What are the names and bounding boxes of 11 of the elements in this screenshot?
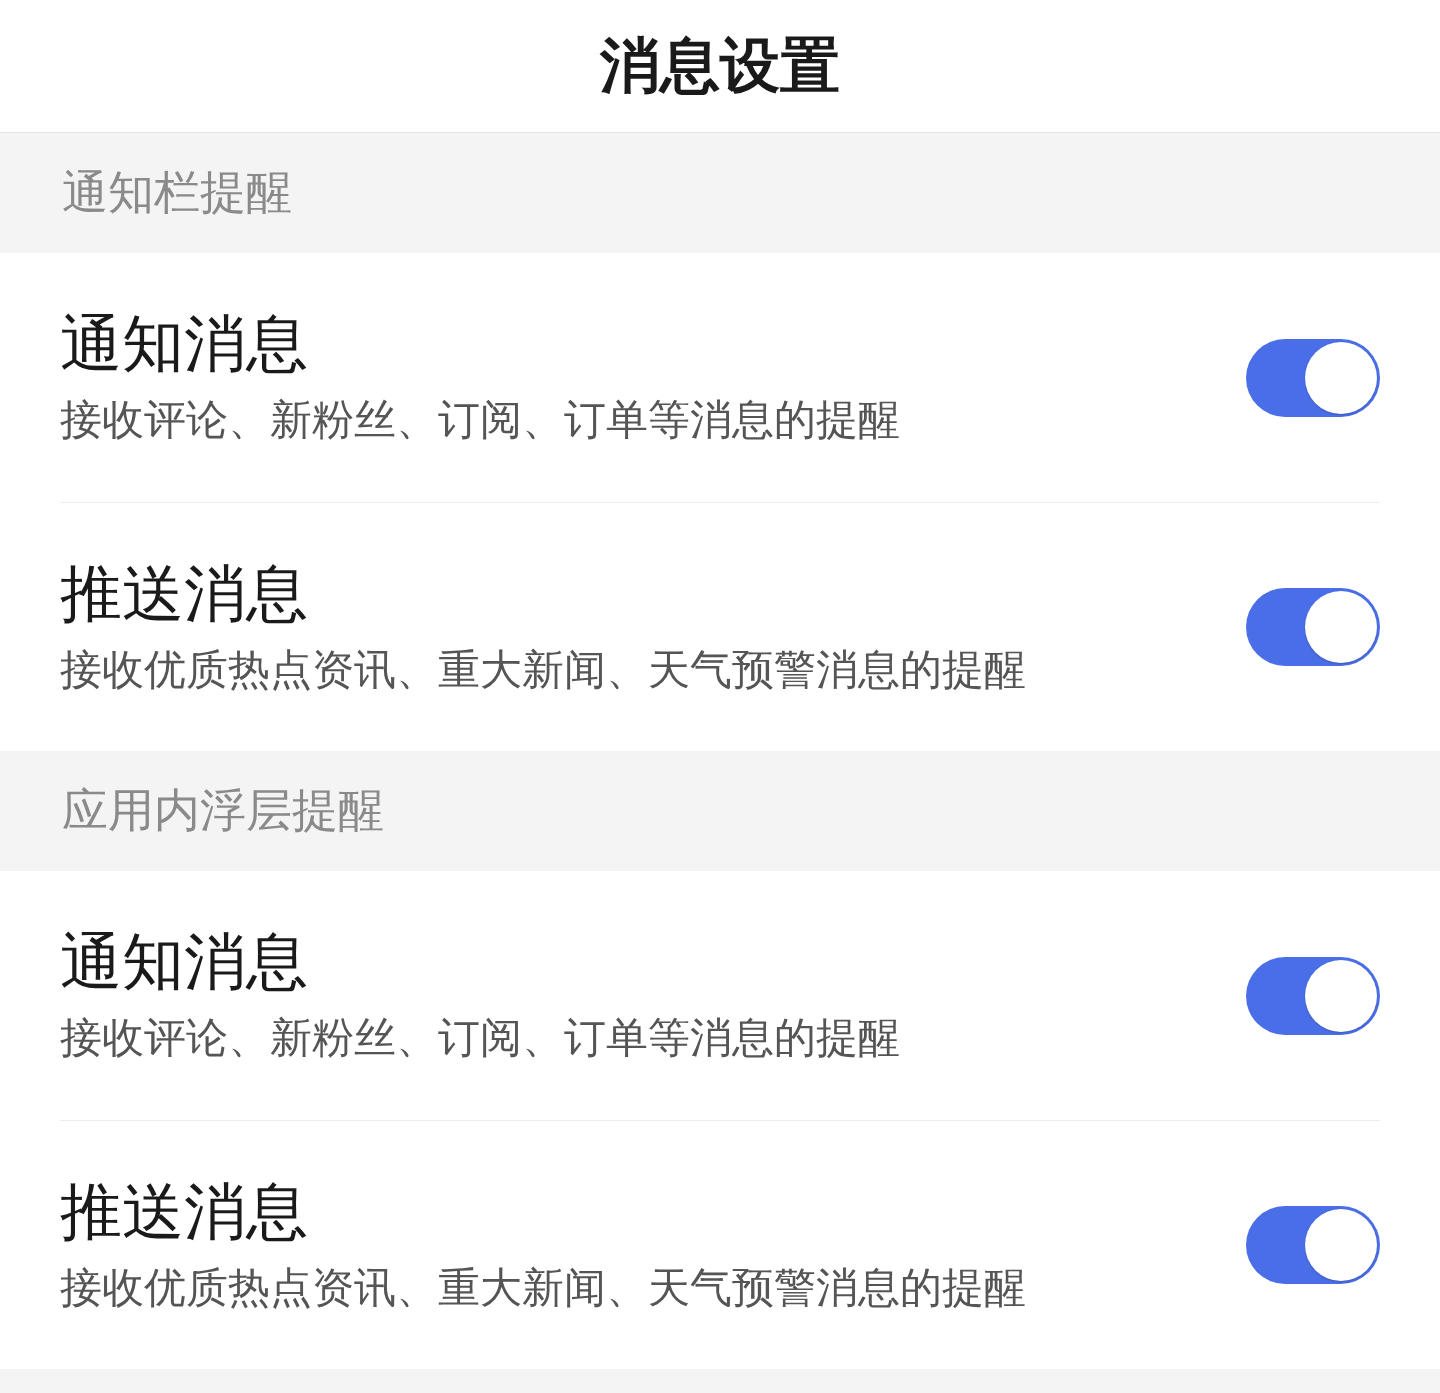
setting-description: 接收评论、新粉丝、订阅、订单等消息的提醒 xyxy=(60,396,900,445)
page-title: 消息设置 xyxy=(600,28,840,102)
setting-description: 接收优质热点资讯、重大新闻、天气预警消息的提醒 xyxy=(60,645,1026,695)
section-header: 应用内浮层提醒 xyxy=(62,782,384,839)
setting-title: 通知消息 xyxy=(60,310,309,379)
setting-title: 推送消息 xyxy=(60,1177,309,1246)
setting-description: 接收优质热点资讯、重大新闻、天气预警消息的提醒 xyxy=(60,1263,1026,1313)
setting-title: 推送消息 xyxy=(60,559,309,628)
section-header: 通知栏提醒 xyxy=(62,164,292,221)
setting-description: 接收评论、新粉丝、订阅、订单等消息的提醒 xyxy=(60,1014,900,1063)
setting-title: 通知消息 xyxy=(60,928,309,997)
